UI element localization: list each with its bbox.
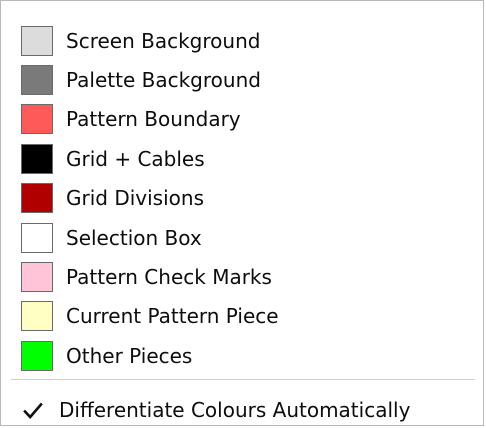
menu-item-label: Other Pieces xyxy=(66,344,193,368)
menu-item-label: Pattern Check Marks xyxy=(66,265,272,289)
menu-item-selection-box[interactable]: Selection Box xyxy=(9,220,475,256)
menu-item-label: Grid + Cables xyxy=(66,147,205,171)
pattern-check-marks-swatch xyxy=(21,262,53,292)
menu-item-current-pattern-piece[interactable]: Current Pattern Piece xyxy=(9,298,475,334)
menu-item-screen-background[interactable]: Screen Background xyxy=(9,23,475,59)
menu-item-label: Palette Background xyxy=(66,68,261,92)
screen-background-swatch xyxy=(21,26,53,56)
selection-box-swatch xyxy=(21,223,53,253)
menu-item-label: Grid Divisions xyxy=(66,186,204,210)
colour-settings-menu: Screen Background Palette Background Pat… xyxy=(0,0,484,426)
menu-item-label: Differentiate Colours Automatically xyxy=(59,398,411,422)
current-pattern-piece-swatch xyxy=(21,301,53,331)
menu-item-pattern-boundary[interactable]: Pattern Boundary xyxy=(9,101,475,137)
menu-item-label: Screen Background xyxy=(66,29,261,53)
menu-item-label: Selection Box xyxy=(66,226,202,250)
menu-item-pattern-check-marks[interactable]: Pattern Check Marks xyxy=(9,259,475,295)
other-pieces-swatch xyxy=(21,341,53,371)
grid-cables-swatch xyxy=(21,144,53,174)
menu-item-other-pieces[interactable]: Other Pieces xyxy=(9,338,475,374)
menu-item-grid-divisions[interactable]: Grid Divisions xyxy=(9,180,475,216)
pattern-boundary-swatch xyxy=(21,104,53,134)
menu-item-grid-cables[interactable]: Grid + Cables xyxy=(9,141,475,177)
menu-item-label: Pattern Boundary xyxy=(66,107,241,131)
checkmark-icon xyxy=(23,402,43,419)
menu-separator xyxy=(11,379,475,380)
palette-background-swatch xyxy=(21,65,53,95)
menu-item-label: Current Pattern Piece xyxy=(66,304,279,328)
grid-divisions-swatch xyxy=(21,183,53,213)
menu-item-differentiate-colours[interactable]: Differentiate Colours Automatically xyxy=(9,393,475,427)
menu-item-palette-background[interactable]: Palette Background xyxy=(9,62,475,98)
